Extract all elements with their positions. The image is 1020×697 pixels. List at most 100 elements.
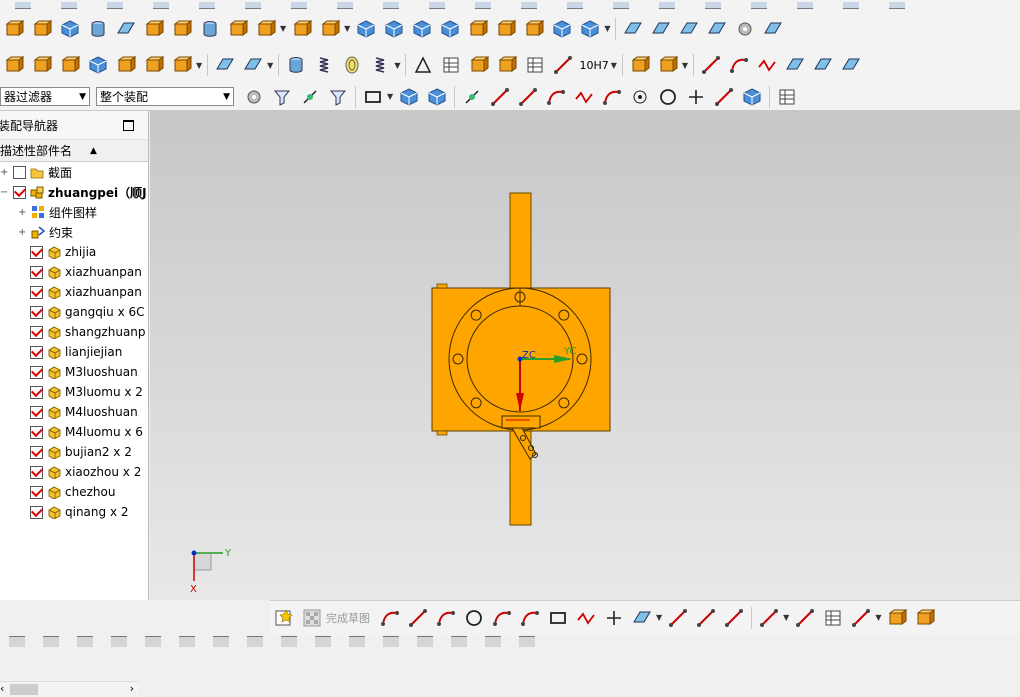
clipped-toolbar-icon[interactable]: [111, 635, 127, 647]
quick-pick-icon[interactable]: [325, 85, 351, 109]
clipped-toolbar-icon[interactable]: [429, 1, 445, 9]
n-sided-icon[interactable]: [760, 17, 786, 41]
spline-icon[interactable]: [754, 53, 780, 77]
tree-item-part[interactable]: qinang x 2: [0, 502, 148, 522]
tree-item-root[interactable]: − zhuangpei（顺J: [0, 182, 148, 202]
visibility-checkbox[interactable]: [30, 385, 43, 399]
tree-item-part[interactable]: chezhou: [0, 482, 148, 502]
clipped-toolbar-icon[interactable]: [705, 1, 721, 9]
center-icon[interactable]: [627, 85, 653, 109]
existing-point-icon[interactable]: [683, 85, 709, 109]
visibility-checkbox[interactable]: [30, 405, 43, 419]
endpoint-icon[interactable]: [487, 85, 513, 109]
tree-item-part[interactable]: zhijia: [0, 242, 148, 262]
dropdown-arrow-icon[interactable]: ▼: [682, 61, 688, 70]
clipped-toolbar-icon[interactable]: [567, 1, 583, 9]
clipped-toolbar-icon[interactable]: [797, 1, 813, 9]
dropdown-arrow-icon[interactable]: ▼: [875, 613, 881, 622]
note-icon[interactable]: [57, 53, 83, 77]
scroll-thumb[interactable]: [10, 684, 38, 695]
clipped-toolbar-icon[interactable]: [213, 635, 229, 647]
replace-face-icon[interactable]: [381, 17, 407, 41]
clipped-toolbar-icon[interactable]: [383, 635, 399, 647]
tree-item-part[interactable]: M3luomu x 2: [0, 382, 148, 402]
dimension-icon[interactable]: [550, 53, 576, 77]
sketch-line-icon[interactable]: [405, 606, 431, 630]
clipped-toolbar-icon[interactable]: [61, 1, 77, 9]
sketch-settings-icon[interactable]: [884, 606, 910, 630]
trim-body-icon[interactable]: [289, 17, 315, 41]
link-bracket[interactable]: [501, 415, 541, 429]
bearing-icon[interactable]: [339, 53, 365, 77]
feature-icon[interactable]: [549, 17, 575, 41]
maximize-icon[interactable]: [123, 119, 134, 131]
tree-item-part[interactable]: xiazhuanpan: [0, 282, 148, 302]
select-body-icon[interactable]: [396, 85, 422, 109]
cube-icon[interactable]: [57, 17, 83, 41]
expand-icon[interactable]: −: [0, 187, 10, 198]
visibility-checkbox[interactable]: [30, 265, 43, 279]
graphics-window[interactable]: ZC YC Y X: [150, 111, 1020, 600]
drawing-icon[interactable]: [522, 53, 548, 77]
parts-library-icon[interactable]: [655, 53, 681, 77]
column-header[interactable]: 描述性部件名 ▲: [0, 140, 148, 162]
snap-point-icon[interactable]: [297, 85, 323, 109]
model-canvas[interactable]: ZC YC Y X: [150, 111, 1020, 600]
visibility-checkbox[interactable]: [30, 305, 43, 319]
visibility-checkbox[interactable]: [30, 365, 43, 379]
sew-icon[interactable]: [577, 17, 603, 41]
visibility-checkbox[interactable]: [30, 245, 43, 259]
clipped-toolbar-icon[interactable]: [315, 635, 331, 647]
clipped-toolbar-icon[interactable]: [889, 1, 905, 9]
expand-icon[interactable]: +: [0, 167, 10, 178]
clipped-toolbar-icon[interactable]: [247, 635, 263, 647]
section-curve-icon[interactable]: [810, 53, 836, 77]
horizontal-scrollbar[interactable]: ‹ ›: [0, 681, 138, 697]
tree-item-part[interactable]: M4luoshuan: [0, 402, 148, 422]
curve-icon[interactable]: [782, 53, 808, 77]
box-select-icon[interactable]: [360, 85, 386, 109]
split-body-icon[interactable]: [317, 17, 343, 41]
visibility-checkbox[interactable]: [13, 165, 26, 179]
clipped-toolbar-icon[interactable]: [485, 635, 501, 647]
clipped-toolbar-icon[interactable]: [43, 635, 59, 647]
dropdown-arrow-icon[interactable]: ▼: [656, 613, 662, 622]
clipped-toolbar-icon[interactable]: [9, 635, 25, 647]
line-icon[interactable]: [698, 53, 724, 77]
clipped-toolbar-icon[interactable]: [751, 1, 767, 9]
tree-item-group[interactable]: + 组件图样: [0, 202, 148, 222]
tree-item-group[interactable]: + 约束: [0, 222, 148, 242]
clipped-toolbar-icon[interactable]: [519, 635, 535, 647]
visibility-checkbox[interactable]: [30, 445, 43, 459]
analysis-icon[interactable]: [732, 17, 758, 41]
chamfer-icon[interactable]: [493, 17, 519, 41]
hole-icon[interactable]: [197, 17, 223, 41]
clipped-toolbar-icon[interactable]: [521, 1, 537, 9]
tree-item-part[interactable]: bujian2 x 2: [0, 442, 148, 462]
fit-tolerance-button[interactable]: 10H7: [579, 59, 608, 72]
dropdown-arrow-icon[interactable]: ▼: [280, 24, 286, 33]
tree-item-root[interactable]: + 截面: [0, 162, 148, 182]
geometric-constraint-icon[interactable]: [792, 606, 818, 630]
dropdown-arrow-icon[interactable]: ▼: [604, 24, 610, 33]
spring-icon[interactable]: [311, 53, 337, 77]
tree-item-part[interactable]: xiazhuanpan: [0, 262, 148, 282]
offset-sketch-icon[interactable]: [756, 606, 782, 630]
boolean-icon[interactable]: [141, 17, 167, 41]
clipped-toolbar-icon[interactable]: [337, 1, 353, 9]
midpoint-icon[interactable]: [515, 85, 541, 109]
wave-icon[interactable]: [466, 53, 492, 77]
dropdown-arrow-icon[interactable]: ▼: [783, 613, 789, 622]
mesh-surface-icon[interactable]: [648, 17, 674, 41]
clipped-toolbar-icon[interactable]: [417, 635, 433, 647]
clipped-toolbar-icon[interactable]: [843, 1, 859, 9]
profile-icon[interactable]: [377, 606, 403, 630]
table-icon[interactable]: [438, 53, 464, 77]
sketch-arc-icon[interactable]: [433, 606, 459, 630]
quick-extend-icon[interactable]: [693, 606, 719, 630]
chamfer-curve-icon[interactable]: [517, 606, 543, 630]
clipped-toolbar-icon[interactable]: [291, 1, 307, 9]
clipped-toolbar-icon[interactable]: [199, 1, 215, 9]
snap-enable-icon[interactable]: [459, 85, 485, 109]
component-icon[interactable]: [494, 53, 520, 77]
